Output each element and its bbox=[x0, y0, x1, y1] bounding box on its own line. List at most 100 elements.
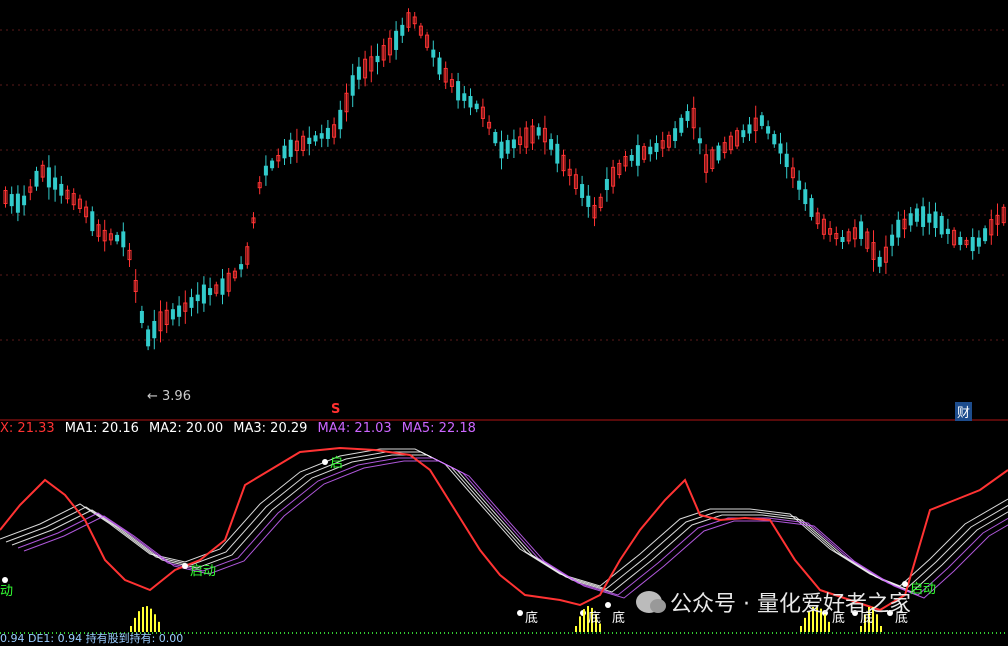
candle-body bbox=[511, 139, 516, 149]
signal-bar bbox=[150, 608, 152, 632]
candle-body bbox=[462, 93, 467, 101]
kline-chart bbox=[0, 8, 1008, 634]
candle-body bbox=[468, 96, 473, 108]
candle-body bbox=[288, 139, 293, 157]
candle-body bbox=[375, 55, 380, 63]
signal-bar bbox=[138, 611, 140, 632]
signal-bar bbox=[142, 606, 144, 632]
signal-bar bbox=[583, 609, 585, 632]
indicator-ma4: MA4: 21.03 bbox=[317, 421, 392, 436]
candle-body bbox=[9, 194, 14, 207]
candle-body bbox=[747, 124, 752, 134]
indicator-ma1: MA1: 20.16 bbox=[64, 421, 139, 436]
event-s-marker: S bbox=[331, 402, 341, 417]
candle-body bbox=[325, 127, 330, 139]
signal-start-label: 启 bbox=[330, 456, 344, 471]
candle-body bbox=[313, 135, 318, 142]
signal-bar bbox=[828, 621, 830, 632]
candle-body bbox=[189, 297, 194, 308]
candle-body bbox=[784, 153, 789, 168]
signal-dot bbox=[182, 563, 188, 569]
candle-body bbox=[673, 128, 678, 141]
indicator-ma5: MA5: 22.18 bbox=[401, 421, 476, 436]
watermark: 公众号 · 量化爱好者之家 bbox=[636, 586, 911, 618]
candle-body bbox=[976, 237, 981, 247]
signal-bar bbox=[579, 616, 581, 632]
candle-body bbox=[350, 75, 355, 96]
signal-dot bbox=[517, 610, 523, 616]
candle-body bbox=[319, 133, 324, 139]
candle-body bbox=[536, 127, 541, 136]
candle-body bbox=[958, 236, 963, 245]
candle-body bbox=[908, 213, 913, 226]
candle-body bbox=[945, 228, 950, 235]
candle-body bbox=[90, 211, 95, 232]
indicator-x: X: 21.33 bbox=[0, 421, 55, 436]
candle-body bbox=[654, 143, 659, 152]
candle-body bbox=[586, 195, 591, 207]
candle-body bbox=[270, 160, 275, 169]
signal-bar bbox=[880, 626, 882, 632]
candle-body bbox=[53, 177, 58, 190]
signal-dot bbox=[322, 459, 328, 465]
candle-body bbox=[146, 329, 151, 347]
candle-body bbox=[921, 206, 926, 227]
candle-body bbox=[859, 221, 864, 239]
candle-body bbox=[803, 189, 808, 205]
signal-dot bbox=[605, 602, 611, 608]
signal-start-label: 启动 bbox=[190, 564, 217, 579]
candle-body bbox=[914, 208, 919, 222]
candle-body bbox=[22, 195, 27, 206]
candle-body bbox=[394, 30, 399, 50]
indicator-ma2: MA2: 20.00 bbox=[149, 421, 224, 436]
candle-body bbox=[970, 237, 975, 252]
signal-start-label: 动 bbox=[0, 584, 14, 599]
signal-bar bbox=[860, 626, 862, 632]
candle-body bbox=[933, 211, 938, 229]
candle-body bbox=[840, 236, 845, 243]
candle-body bbox=[121, 231, 126, 248]
signal-bottom-label: 底 bbox=[525, 611, 539, 626]
candle-body bbox=[877, 256, 882, 267]
candle-body bbox=[679, 117, 684, 133]
candle-body bbox=[549, 139, 554, 150]
candle-body bbox=[208, 288, 213, 296]
candle-body bbox=[152, 320, 157, 339]
signal-bar bbox=[146, 606, 148, 632]
indicator-ma3: MA3: 20.29 bbox=[233, 421, 308, 436]
candle-body bbox=[59, 183, 64, 196]
candle-body bbox=[282, 145, 287, 159]
candle-body bbox=[927, 213, 932, 223]
signal-bar bbox=[804, 617, 806, 632]
bottom-indicator-text: 0.94 DE1: 0.94 持有股到持有: 0.00 bbox=[0, 632, 184, 645]
candle-body bbox=[437, 57, 442, 75]
candle-body bbox=[604, 178, 609, 191]
candle-body bbox=[741, 130, 746, 138]
ma-line-2 bbox=[5, 451, 1008, 590]
candle-body bbox=[809, 198, 814, 217]
candle-body bbox=[263, 165, 268, 176]
candle-body bbox=[983, 228, 988, 242]
candle-body bbox=[685, 111, 690, 121]
candle-body bbox=[759, 115, 764, 126]
candle-body bbox=[177, 305, 182, 317]
candle-body bbox=[15, 193, 20, 213]
wechat-icon bbox=[636, 591, 666, 613]
candle-body bbox=[34, 170, 39, 187]
candle-body bbox=[195, 294, 200, 302]
candle-body bbox=[338, 109, 343, 130]
candle-body bbox=[555, 143, 560, 164]
candle-body bbox=[772, 134, 777, 145]
candle-body bbox=[431, 49, 436, 58]
watermark-text: 公众号 · 量化爱好者之家 bbox=[670, 592, 911, 617]
candle-body bbox=[505, 140, 510, 154]
candle-body bbox=[697, 138, 702, 144]
indicator-values-row: X: 21.33 MA1: 20.16 MA2: 20.00 MA3: 20.2… bbox=[0, 421, 482, 439]
candle-body bbox=[896, 219, 901, 238]
candle-body bbox=[648, 146, 653, 155]
candle-body bbox=[400, 24, 405, 36]
finance-icon[interactable]: 财 bbox=[955, 402, 973, 421]
ma-line-5 bbox=[23, 460, 1008, 599]
candle-body bbox=[201, 284, 206, 304]
candle-body bbox=[716, 145, 721, 161]
